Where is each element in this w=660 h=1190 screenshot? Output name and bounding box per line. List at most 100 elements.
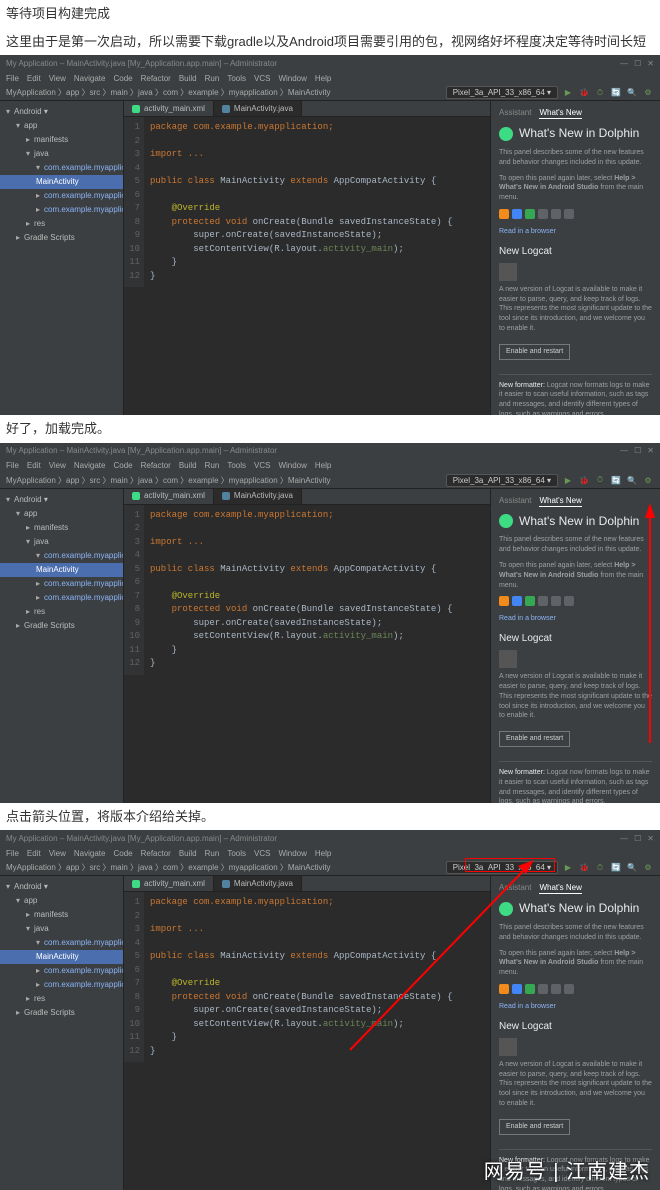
menu-refactor[interactable]: Refactor [141, 74, 171, 83]
menu-window[interactable]: Window [278, 461, 306, 470]
profiler-icon[interactable]: ⏱ [594, 87, 606, 99]
run-icon[interactable]: ▶ [562, 87, 574, 99]
read-in-browser-link[interactable]: Read in a browser [499, 227, 652, 237]
tree-main-activity[interactable]: MainActivity [0, 950, 123, 964]
debug-icon[interactable]: 🐞 [578, 862, 590, 874]
menu-build[interactable]: Build [179, 849, 197, 858]
tree-java[interactable]: java [0, 147, 123, 161]
tree-root[interactable]: Android ▾ [0, 493, 123, 507]
sync-icon[interactable]: 🔄 [610, 862, 622, 874]
tree-app[interactable]: app [0, 119, 123, 133]
sync-icon[interactable]: 🔄 [610, 87, 622, 99]
device-selector[interactable]: Pixel_3a_API_33_x86_64 ▾ [446, 86, 558, 99]
tree-pkg-test[interactable]: com.example.myapplication (androidTest) [0, 964, 123, 978]
menu-edit[interactable]: Edit [27, 849, 41, 858]
breadcrumb[interactable]: MyApplication 〉app 〉src 〉main 〉java 〉com… [6, 87, 442, 98]
tab-main-activity[interactable]: MainActivity.java [214, 489, 302, 504]
tree-main-activity[interactable]: MainActivity [0, 563, 123, 577]
tree-app[interactable]: app [0, 507, 123, 521]
tree-pkg-main[interactable]: com.example.myapplication [0, 549, 123, 563]
menu-code[interactable]: Code [113, 74, 132, 83]
menu-window[interactable]: Window [278, 74, 306, 83]
tree-root[interactable]: Android ▾ [0, 880, 123, 894]
sync-icon[interactable]: 🔄 [610, 474, 622, 486]
menu-edit[interactable]: Edit [27, 74, 41, 83]
tree-java[interactable]: java [0, 922, 123, 936]
menu-view[interactable]: View [49, 849, 66, 858]
project-tree[interactable]: Android ▾ app manifests java com.example… [0, 101, 124, 415]
tree-manifests[interactable]: manifests [0, 133, 123, 147]
window-controls[interactable]: —☐✕ [614, 834, 654, 843]
menu-code[interactable]: Code [113, 461, 132, 470]
tree-pkg-unit[interactable]: com.example.myapplication (test) [0, 591, 123, 605]
menu-navigate[interactable]: Navigate [74, 849, 106, 858]
menu-code[interactable]: Code [113, 849, 132, 858]
run-icon[interactable]: ▶ [562, 474, 574, 486]
menu-view[interactable]: View [49, 461, 66, 470]
menu-file[interactable]: File [6, 849, 19, 858]
tree-manifests[interactable]: manifests [0, 908, 123, 922]
tree-gradle[interactable]: Gradle Scripts [0, 1006, 123, 1020]
debug-icon[interactable]: 🐞 [578, 474, 590, 486]
window-controls[interactable]: —☐✕ [614, 59, 654, 68]
search-icon[interactable]: 🔍 [626, 862, 638, 874]
menu-run[interactable]: Run [205, 74, 220, 83]
menu-vcs[interactable]: VCS [254, 849, 270, 858]
menu-vcs[interactable]: VCS [254, 74, 270, 83]
tab-activity-main[interactable]: activity_main.xml [124, 101, 214, 116]
tab-activity-main[interactable]: activity_main.xml [124, 489, 214, 504]
tree-gradle[interactable]: Gradle Scripts [0, 619, 123, 633]
settings-icon[interactable]: ⚙ [642, 474, 654, 486]
menu-view[interactable]: View [49, 74, 66, 83]
debug-icon[interactable]: 🐞 [578, 87, 590, 99]
tree-pkg-test[interactable]: com.example.myapplication (androidTest) [0, 189, 123, 203]
menu-help[interactable]: Help [315, 461, 331, 470]
tree-java[interactable]: java [0, 535, 123, 549]
menu-navigate[interactable]: Navigate [74, 461, 106, 470]
menu-tools[interactable]: Tools [227, 461, 246, 470]
tab-main-activity[interactable]: MainActivity.java [214, 101, 302, 116]
menu-file[interactable]: File [6, 74, 19, 83]
menu-bar[interactable]: File Edit View Navigate Code Refactor Bu… [0, 846, 660, 860]
search-icon[interactable]: 🔍 [626, 474, 638, 486]
breadcrumb[interactable]: MyApplication 〉app 〉src 〉main 〉java 〉com… [6, 862, 442, 873]
panel-tab-assistant[interactable]: Assistant [499, 495, 531, 507]
menu-navigate[interactable]: Navigate [74, 74, 106, 83]
tree-app[interactable]: app [0, 894, 123, 908]
code-editor[interactable]: package com.example.myapplication; impor… [144, 117, 490, 287]
tree-res[interactable]: res [0, 992, 123, 1006]
panel-tab-assistant[interactable]: Assistant [499, 107, 531, 119]
tree-pkg-main[interactable]: com.example.myapplication [0, 936, 123, 950]
menu-vcs[interactable]: VCS [254, 461, 270, 470]
search-icon[interactable]: 🔍 [626, 87, 638, 99]
menu-help[interactable]: Help [315, 849, 331, 858]
menu-bar[interactable]: File Edit View Navigate Code Refactor Bu… [0, 71, 660, 85]
device-selector[interactable]: Pixel_3a_API_33_x86_64 ▾ [446, 474, 558, 487]
code-editor[interactable]: package com.example.myapplication; impor… [144, 892, 490, 1062]
panel-tab-whatsnew[interactable]: What's New [539, 107, 581, 119]
panel-tab-whatsnew[interactable]: What's New [539, 882, 581, 894]
settings-icon[interactable]: ⚙ [642, 87, 654, 99]
menu-refactor[interactable]: Refactor [141, 461, 171, 470]
tree-pkg-unit[interactable]: com.example.myapplication (test) [0, 978, 123, 992]
tree-res[interactable]: res [0, 217, 123, 231]
enable-restart-button[interactable]: Enable and restart [499, 731, 570, 747]
menu-tools[interactable]: Tools [227, 849, 246, 858]
tree-gradle[interactable]: Gradle Scripts [0, 231, 123, 245]
menu-bar[interactable]: File Edit View Navigate Code Refactor Bu… [0, 459, 660, 473]
tree-res[interactable]: res [0, 605, 123, 619]
tree-root[interactable]: Android ▾ [0, 105, 123, 119]
enable-restart-button[interactable]: Enable and restart [499, 1119, 570, 1135]
window-controls[interactable]: —☐✕ [614, 446, 654, 455]
panel-tab-assistant[interactable]: Assistant [499, 882, 531, 894]
enable-restart-button[interactable]: Enable and restart [499, 344, 570, 360]
menu-edit[interactable]: Edit [27, 461, 41, 470]
run-icon[interactable]: ▶ [562, 862, 574, 874]
menu-file[interactable]: File [6, 461, 19, 470]
profiler-icon[interactable]: ⏱ [594, 862, 606, 874]
breadcrumb[interactable]: MyApplication 〉app 〉src 〉main 〉java 〉com… [6, 475, 442, 486]
tree-pkg-main[interactable]: com.example.myapplication [0, 161, 123, 175]
tree-pkg-unit[interactable]: com.example.myapplication (test) [0, 203, 123, 217]
tree-manifests[interactable]: manifests [0, 521, 123, 535]
panel-tab-whatsnew[interactable]: What's New [539, 495, 581, 507]
